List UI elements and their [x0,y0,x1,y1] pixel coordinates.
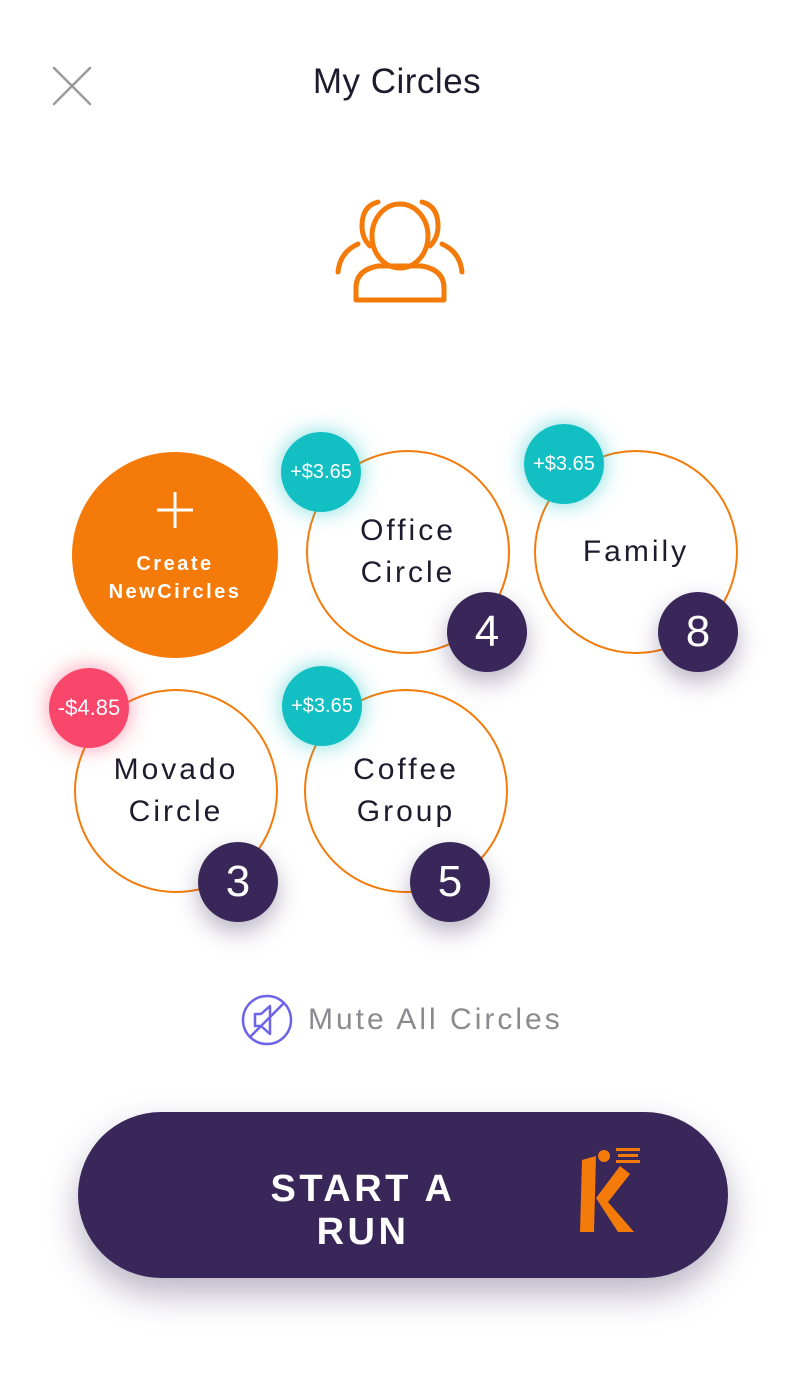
mute-all-toggle[interactable]: Mute All Circles [240,992,563,1048]
circle-member-count: 8 [658,592,738,672]
create-circle-label: Create NewCircles [108,553,242,603]
circle-name: Family [582,535,690,568]
circle-name: Coffee Group [353,753,459,828]
plus-icon [157,492,193,528]
create-circle-button[interactable]: Create NewCircles [72,452,278,658]
mute-all-label: Mute All Circles [308,1003,563,1036]
circle-member-count: 5 [410,842,490,922]
circle-member-count: 3 [198,842,278,922]
circle-name: Movado Circle [113,753,239,828]
circle-member-count: 4 [447,592,527,672]
page-title: My Circles [312,62,482,101]
circle-balance-badge: +$3.65 [282,666,362,746]
circle-name: Office Circle [360,514,456,589]
circle-balance-badge: +$3.65 [281,432,361,512]
circle-balance-badge: +$3.65 [524,424,604,504]
k-run-logo-icon [580,1148,640,1232]
start-run-button[interactable]: START A RUN [78,1112,728,1278]
group-users-icon [335,199,465,303]
circle-balance-badge: -$4.85 [49,668,129,748]
start-run-label: START A RUN [270,1168,456,1253]
speaker-muted-icon [241,994,293,1046]
